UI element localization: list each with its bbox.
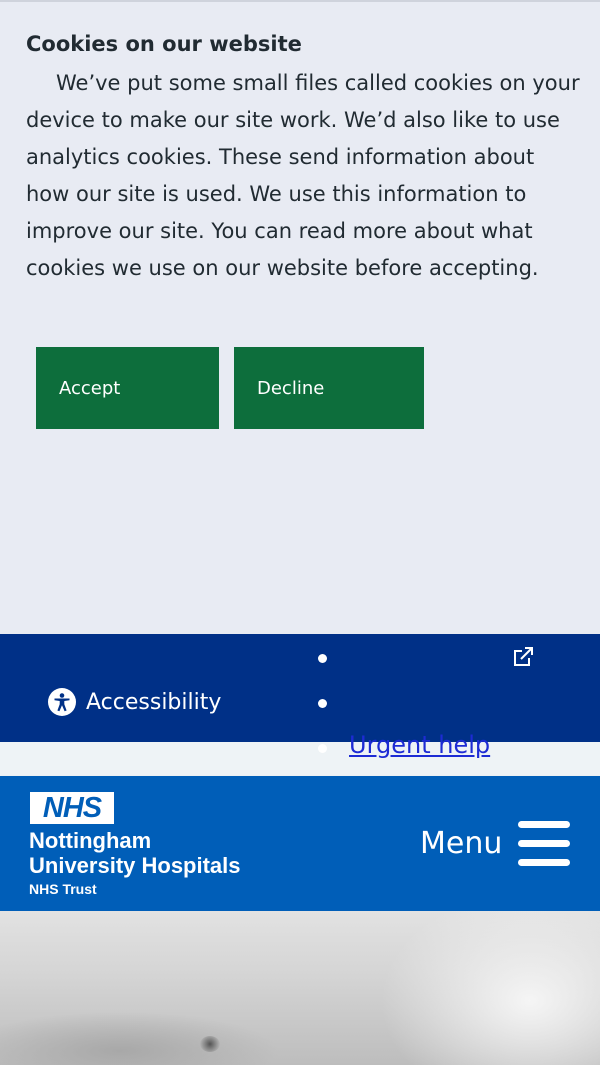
organisation-name-line2: University Hospitals [29, 853, 241, 878]
accessibility-label: Accessibility [86, 689, 222, 715]
menu-label[interactable]: Menu [420, 826, 502, 861]
accessibility-link[interactable]: Accessibility [48, 688, 221, 716]
hero-image [0, 911, 600, 1065]
cookie-banner-text: We’ve put some small files called cookie… [26, 71, 580, 280]
organisation-name-line1: Nottingham [29, 828, 152, 853]
nhs-logo-text: NHS [42, 791, 102, 824]
secondary-strip [0, 742, 600, 776]
list-bullet [318, 699, 327, 708]
cookie-banner: Cookies on our website We’ve put some sm… [0, 0, 600, 634]
organisation-name[interactable]: Nottingham University Hospitals [29, 828, 241, 878]
site-header: NHS Nottingham University Hospitals NHS … [0, 776, 600, 911]
organisation-subtitle: NHS Trust [29, 881, 97, 897]
urgent-help-link[interactable]: Urgent help [349, 731, 490, 759]
list-bullet [318, 744, 327, 753]
accept-cookies-button[interactable]: Accept [36, 347, 219, 429]
nhs-logo[interactable]: NHS [30, 792, 114, 824]
external-link-icon[interactable] [511, 645, 535, 669]
decline-cookies-button[interactable]: Decline [234, 347, 424, 429]
accessibility-icon [48, 688, 76, 716]
cookie-banner-title: Cookies on our website [26, 32, 302, 56]
list-bullet [318, 654, 327, 663]
hamburger-menu-icon[interactable] [518, 821, 570, 867]
